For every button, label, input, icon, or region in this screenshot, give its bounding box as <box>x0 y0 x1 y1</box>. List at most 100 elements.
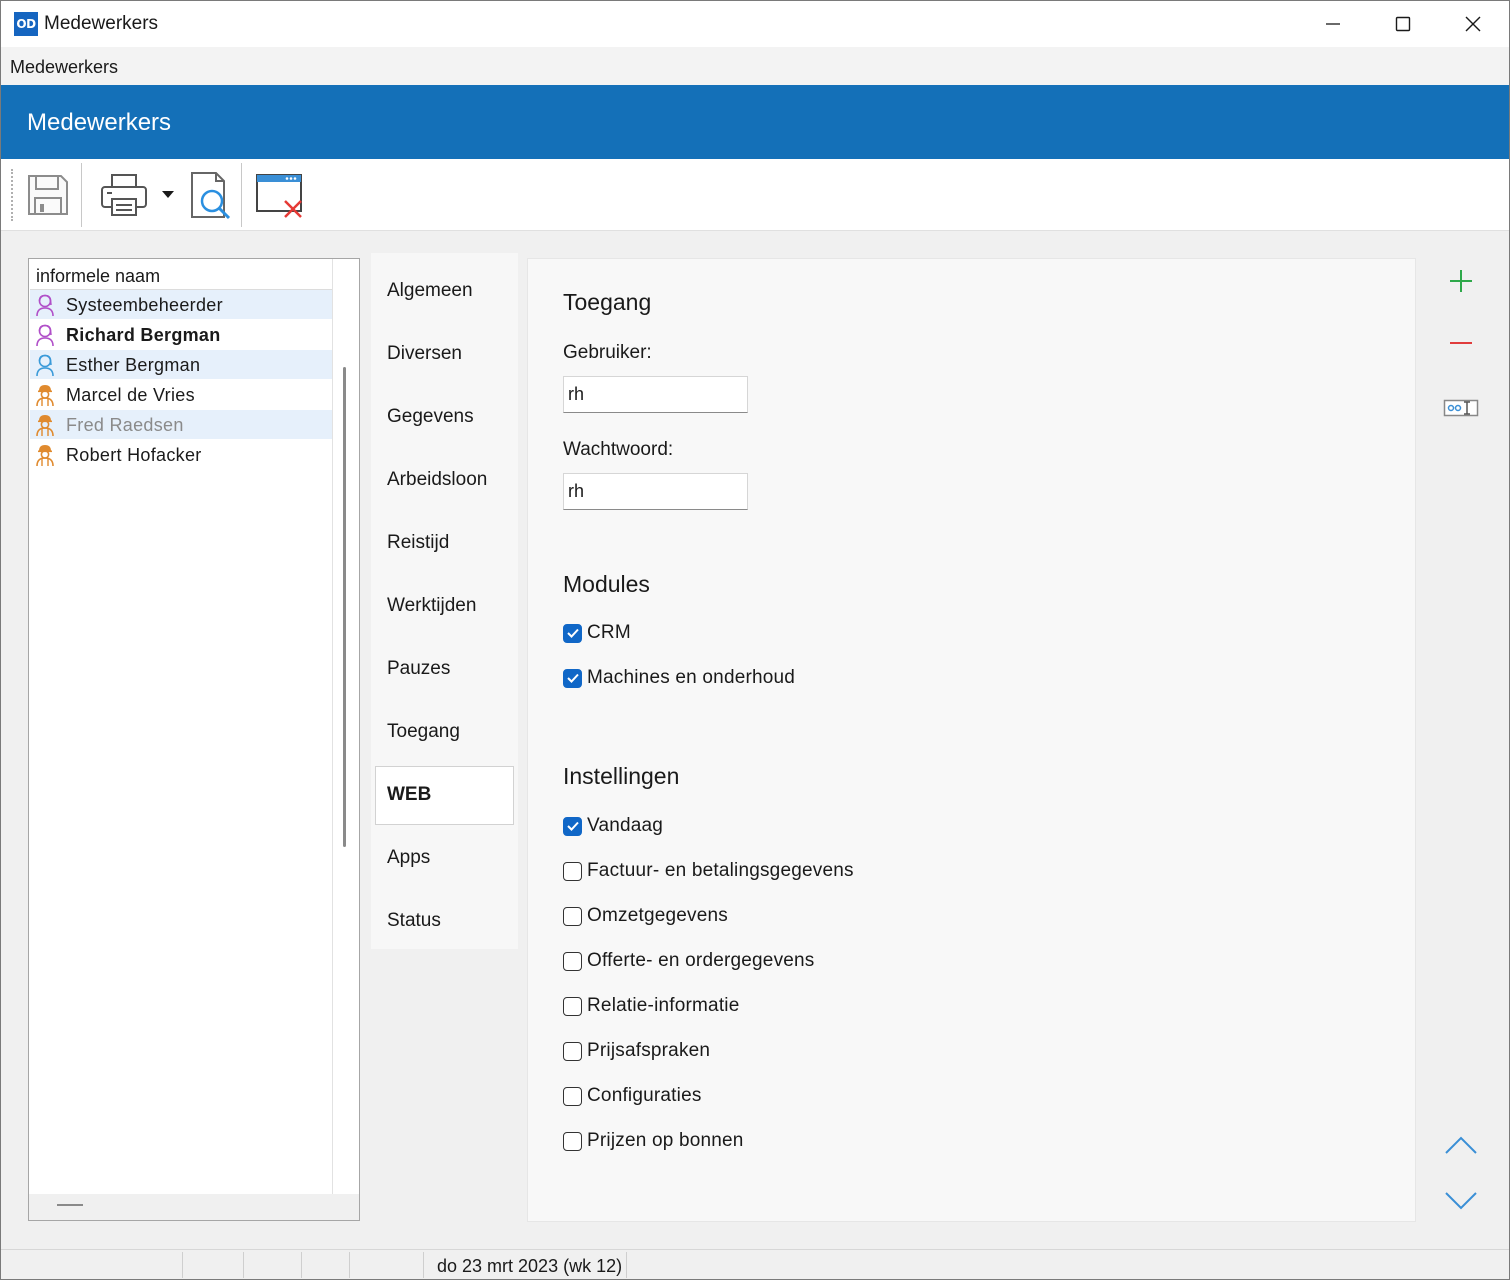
list-footer <box>29 1194 359 1220</box>
employee-name: Systeembeheerder <box>66 295 223 315</box>
checkbox-row[interactable]: CRM <box>563 621 631 645</box>
menu-medewerkers[interactable]: Medewerkers <box>10 57 118 78</box>
tab-werktijden[interactable]: Werktijden <box>375 577 514 636</box>
checkbox-row[interactable]: Factuur- en betalingsgegevens <box>563 859 854 883</box>
checkbox-label: Factuur- en betalingsgegevens <box>587 860 854 881</box>
worker-icon <box>36 415 54 437</box>
remove-button[interactable] <box>1441 323 1481 363</box>
checkbox-row[interactable]: Prijsafspraken <box>563 1039 710 1063</box>
status-bar: do 23 mrt 2023 (wk 12) <box>1 1249 1509 1279</box>
checkbox-row[interactable]: Offerte- en ordergegevens <box>563 949 815 973</box>
tab-reistijd[interactable]: Reistijd <box>375 514 514 573</box>
preview-icon <box>191 172 231 220</box>
chevron-up-icon <box>1445 1136 1477 1154</box>
checkbox[interactable] <box>563 668 582 688</box>
list-column-header[interactable]: informele naam <box>30 260 332 290</box>
checkbox[interactable] <box>563 906 582 926</box>
close-button[interactable] <box>1438 1 1508 47</box>
column-header-label: informele naam <box>36 266 161 286</box>
checkbox-row[interactable]: Vandaag <box>563 814 663 838</box>
checkbox[interactable] <box>563 861 582 881</box>
horizontal-scrollbar[interactable] <box>57 1204 83 1206</box>
tab-apps[interactable]: Apps <box>375 829 514 888</box>
window-title: Medewerkers <box>44 13 159 34</box>
chevron-down-icon <box>162 191 174 198</box>
maximize-icon <box>1395 16 1411 32</box>
checkbox[interactable] <box>563 951 582 971</box>
tab-toegang[interactable]: Toegang <box>375 703 514 762</box>
checkbox[interactable] <box>563 1086 582 1106</box>
minimize-icon <box>1326 23 1340 25</box>
person-female-icon <box>36 294 54 317</box>
tab-web[interactable]: WEB <box>375 766 514 825</box>
tab-pauzes[interactable]: Pauzes <box>375 640 514 699</box>
add-button[interactable] <box>1441 261 1481 301</box>
tab-arbeidsloon[interactable]: Arbeidsloon <box>375 451 514 510</box>
checkbox[interactable] <box>563 816 582 836</box>
tab-label: Reistijd <box>387 532 450 553</box>
checkbox-label: Offerte- en ordergegevens <box>587 950 815 971</box>
tab-label: Diversen <box>387 343 462 364</box>
worker-icon <box>36 385 54 407</box>
tab-status[interactable]: Status <box>375 892 514 951</box>
move-up-button[interactable] <box>1441 1125 1481 1165</box>
rename-button[interactable] <box>1441 388 1481 428</box>
print-button[interactable] <box>95 165 153 225</box>
checkbox-row[interactable]: Machines en onderhoud <box>563 666 795 690</box>
list-item[interactable]: Systeembeheerder <box>30 290 332 320</box>
checkbox[interactable] <box>563 1041 582 1061</box>
minimize-button[interactable] <box>1298 1 1368 47</box>
checkbox-label: Configuraties <box>587 1085 702 1106</box>
tab-label: Gegevens <box>387 406 474 427</box>
tab-label: Algemeen <box>387 280 473 301</box>
tab-strip: Algemeen Diversen Gegevens Arbeidsloon Reist… <box>371 253 518 949</box>
password-field[interactable] <box>563 473 748 510</box>
list-item[interactable]: Fred Raedsen <box>30 410 332 440</box>
checkbox[interactable] <box>563 996 582 1016</box>
toolbar <box>1 159 1509 231</box>
user-field[interactable] <box>563 376 748 413</box>
app-window: OD Medewerkers Medewerkers Medewerkers i… <box>0 0 1510 1280</box>
checkbox[interactable] <box>563 1131 582 1151</box>
checkbox[interactable] <box>563 623 582 643</box>
worker-icon <box>36 445 54 467</box>
checkmark-icon <box>566 628 579 638</box>
checkbox-row[interactable]: Relatie-informatie <box>563 994 740 1018</box>
list-item[interactable]: Richard Bergman <box>30 320 332 350</box>
tab-label: Toegang <box>387 721 460 742</box>
printer-icon <box>101 174 147 216</box>
tab-label: Pauzes <box>387 658 451 679</box>
list-item[interactable]: Robert Hofacker <box>30 440 332 470</box>
list-item[interactable]: Marcel de Vries <box>30 380 332 410</box>
checkbox-label: Prijzen op bonnen <box>587 1130 744 1151</box>
print-dropdown-button[interactable] <box>157 165 179 225</box>
move-down-button[interactable] <box>1441 1181 1481 1221</box>
checkmark-icon <box>566 821 579 831</box>
print-preview-button[interactable] <box>183 165 237 225</box>
status-date: do 23 mrt 2023 (wk 12) <box>437 1256 623 1276</box>
tab-diversen[interactable]: Diversen <box>375 325 514 384</box>
vertical-scrollbar[interactable] <box>343 367 346 847</box>
checkbox-label: Machines en onderhoud <box>587 667 796 688</box>
toolbar-grip[interactable] <box>11 169 13 221</box>
user-label: Gebruiker: <box>563 342 652 363</box>
plus-icon <box>1450 270 1472 292</box>
checkbox-label: CRM <box>587 622 631 643</box>
save-button[interactable] <box>21 165 75 225</box>
settings-section-title: Instellingen <box>563 763 680 789</box>
list-item[interactable]: Esther Bergman <box>30 350 332 380</box>
close-window-button[interactable] <box>249 165 309 225</box>
employee-list: informele naam Systeembeheerder Richard B… <box>28 258 360 1221</box>
checkbox-row[interactable]: Omzetgegevens <box>563 904 728 928</box>
password-label: Wachtwoord: <box>563 439 674 460</box>
status-separator <box>182 1252 183 1278</box>
employee-name: Esther Bergman <box>66 355 201 375</box>
employee-name: Fred Raedsen <box>66 415 184 435</box>
tab-algemeen[interactable]: Algemeen <box>375 262 514 321</box>
checkbox-row[interactable]: Prijzen op bonnen <box>563 1129 744 1153</box>
web-settings-panel: Toegang Gebruiker: Wachtwoord: Modules C… <box>527 258 1416 1222</box>
maximize-button[interactable] <box>1368 1 1438 47</box>
tab-gegevens[interactable]: Gegevens <box>375 388 514 447</box>
list-rows: Systeembeheerder Richard Bergman Esther Be… <box>30 290 332 470</box>
checkbox-row[interactable]: Configuraties <box>563 1084 702 1108</box>
